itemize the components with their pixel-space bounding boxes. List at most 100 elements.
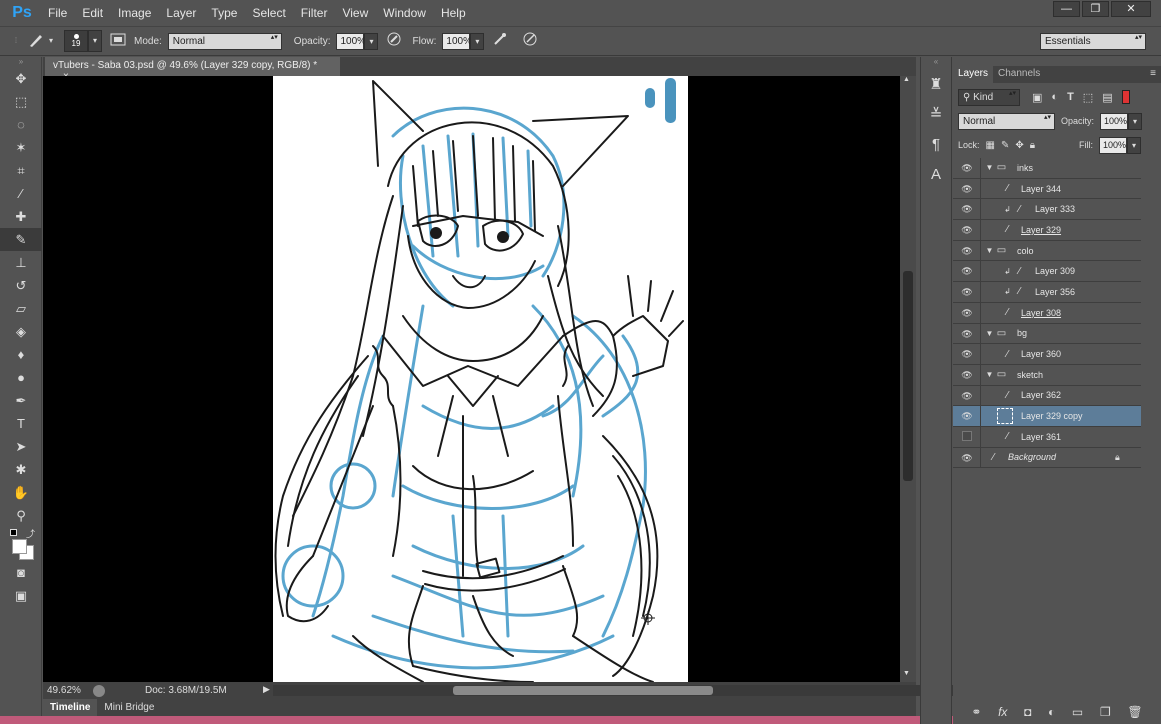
brush-panel-toggle-icon[interactable] <box>108 31 128 51</box>
tools-collapse-icon[interactable]: » <box>0 57 42 67</box>
minimize-button[interactable]: — <box>1053 1 1080 17</box>
healing-brush-tool-icon[interactable]: ✚ <box>0 205 42 228</box>
opacity-input[interactable]: 100% <box>336 32 366 50</box>
visibility-eye-icon[interactable]: 👁︎ <box>961 452 973 464</box>
canvas-area[interactable] <box>43 76 900 682</box>
opacity-arrow[interactable]: ▾ <box>364 32 379 50</box>
visibility-eye-icon[interactable]: 👁︎ <box>961 348 973 360</box>
pressure-opacity-icon[interactable] <box>384 31 404 51</box>
fill-input[interactable]: 100% <box>1099 136 1127 154</box>
paint-bucket-tool-icon[interactable]: ◈ <box>0 320 42 343</box>
layer-item[interactable]: 👁︎ ⁄ Layer 308 <box>953 302 1141 324</box>
layer-opacity-arrow[interactable]: ▾ <box>1128 112 1143 130</box>
pressure-size-icon[interactable] <box>520 31 540 51</box>
character-panel-icon[interactable]: A <box>921 163 951 187</box>
close-button[interactable]: ✕ <box>1111 1 1151 17</box>
visibility-eye-icon[interactable]: 👁︎ <box>961 224 973 236</box>
brush-tool-icon[interactable]: ✎ <box>0 228 42 251</box>
menu-file[interactable]: File <box>48 6 67 20</box>
quick-mask-icon[interactable]: ◙ <box>0 561 42 584</box>
menu-select[interactable]: Select <box>252 6 285 20</box>
hand-tool-icon[interactable]: ✋ <box>0 481 42 504</box>
layer-item[interactable]: 👁︎ ⁄ Layer 329 <box>953 220 1141 241</box>
menu-type[interactable]: Type <box>211 6 237 20</box>
zoom-level[interactable]: 49.62% <box>47 685 91 696</box>
flow-arrow[interactable]: ▾ <box>470 32 485 50</box>
move-tool-icon[interactable]: ✥ <box>0 67 42 90</box>
visibility-eye-icon[interactable]: 👁︎ <box>961 410 973 422</box>
layer-item[interactable]: 👁︎ ⁄ Layer 360 <box>953 344 1141 365</box>
visibility-eye-icon[interactable]: 👁︎ <box>961 369 973 381</box>
filter-smart-object-icon[interactable]: ▤ <box>1102 91 1112 104</box>
scroll-down-icon[interactable]: ▼ <box>903 670 910 677</box>
stamp-tool-icon[interactable]: ⊥ <box>0 251 42 274</box>
marquee-tool-icon[interactable]: ⬚ <box>0 90 42 113</box>
foreground-color-swatch[interactable] <box>12 539 27 554</box>
brush-tool-preset-icon[interactable] <box>26 31 46 51</box>
new-group-icon[interactable]: ▭ <box>1072 705 1083 719</box>
filter-type-icon[interactable]: T <box>1067 91 1074 103</box>
pen-tool-icon[interactable]: ✒ <box>0 389 42 412</box>
menu-window[interactable]: Window <box>383 6 426 20</box>
airbrush-icon[interactable] <box>490 31 510 51</box>
eyedropper-tool-icon[interactable]: ⁄ <box>0 182 42 205</box>
layer-item[interactable]: 👁︎ ↲ ⁄ Layer 356 <box>953 282 1141 303</box>
brush-picker-arrow[interactable]: ▾ <box>88 30 102 52</box>
filter-kind-dropdown[interactable]: ⚲ Kind <box>958 88 1020 106</box>
layer-item[interactable]: 👁︎ ↲ ⁄ Layer 333 <box>953 199 1141 221</box>
layer-group-bg[interactable]: 👁︎ ▼ ▭ bg <box>953 323 1141 345</box>
layer-group-inks[interactable]: 👁︎ ▼ ▭ inks <box>953 158 1141 179</box>
visibility-eye-icon[interactable]: 👁︎ <box>961 203 973 215</box>
menu-edit[interactable]: Edit <box>82 6 103 20</box>
lock-position-icon[interactable]: ✥ <box>1015 140 1023 151</box>
status-arrow-icon[interactable]: ▶ <box>263 684 270 695</box>
layer-item-hidden[interactable]: ⁄ Layer 361 <box>953 426 1141 448</box>
blur-tool-icon[interactable]: ♦ <box>0 343 42 366</box>
artboard[interactable] <box>273 76 688 682</box>
tab-mini-bridge[interactable]: Mini Bridge <box>97 699 161 716</box>
visibility-eye-icon[interactable]: 👁︎ <box>961 390 973 402</box>
layer-style-fx-icon[interactable]: fx <box>998 705 1007 719</box>
menu-filter[interactable]: Filter <box>301 6 328 20</box>
visibility-eye-icon[interactable]: 👁︎ <box>961 328 973 340</box>
layer-item[interactable]: 👁︎ ↲ ⁄ Layer 309 <box>953 261 1141 283</box>
lasso-tool-icon[interactable]: ◌ <box>0 113 42 136</box>
tab-channels[interactable]: Channels <box>993 66 1045 83</box>
flow-input[interactable]: 100% <box>442 32 472 50</box>
visibility-eye-icon[interactable]: 👁︎ <box>961 286 973 298</box>
workspace-dropdown[interactable]: Essentials <box>1040 33 1146 50</box>
new-layer-icon[interactable]: ❐ <box>1100 705 1111 719</box>
screen-mode-icon[interactable]: ▣ <box>0 584 42 607</box>
layer-group-sketch[interactable]: 👁︎ ▼ ▭ sketch <box>953 364 1141 386</box>
eraser-tool-icon[interactable]: ▱ <box>0 297 42 320</box>
panels-collapse-icon[interactable]: « <box>921 57 951 67</box>
menu-image[interactable]: Image <box>118 6 151 20</box>
filter-toggle[interactable] <box>1121 90 1130 104</box>
history-panel-icon[interactable]: ♜ <box>921 73 951 97</box>
type-tool-icon[interactable]: T <box>0 412 42 435</box>
scroll-up-icon[interactable]: ▲ <box>903 76 910 83</box>
swap-colors-icon[interactable]: ⤴ <box>26 527 35 540</box>
paragraph-panel-icon[interactable]: ¶ <box>921 133 951 157</box>
horizontal-scroll-thumb[interactable] <box>453 686 713 695</box>
path-select-tool-icon[interactable]: ➤ <box>0 435 42 458</box>
mode-dropdown[interactable]: Normal <box>167 32 282 50</box>
layer-group-colo[interactable]: 👁︎ ▼ ▭ colo <box>953 240 1141 262</box>
shape-tool-icon[interactable]: ✱ <box>0 458 42 481</box>
horizontal-scrollbar[interactable] <box>273 685 953 696</box>
filter-shape-icon[interactable]: ⬚ <box>1083 91 1093 104</box>
menu-help[interactable]: Help <box>441 6 466 20</box>
layer-opacity-input[interactable]: 100% <box>1100 112 1129 130</box>
crop-tool-icon[interactable]: ⌗ <box>0 159 42 182</box>
filter-pixel-icon[interactable]: ▣ <box>1032 91 1042 104</box>
chevron-down-icon[interactable]: ▾ <box>46 31 56 51</box>
adjustment-layer-icon[interactable]: ◐ <box>1048 705 1055 719</box>
visibility-eye-icon[interactable]: 👁︎ <box>961 245 973 257</box>
visibility-eye-icon[interactable]: 👁︎ <box>961 307 973 319</box>
color-swatches[interactable]: ⤴ <box>0 527 42 561</box>
visibility-eye-icon[interactable]: 👁︎ <box>961 265 973 277</box>
document-tab[interactable]: vTubers - Saba 03.psd @ 49.6% (Layer 329… <box>45 57 340 82</box>
layer-item[interactable]: 👁︎ ⁄ Layer 362 <box>953 385 1141 407</box>
layer-mask-icon[interactable]: ◘ <box>1024 705 1031 719</box>
lock-all-icon[interactable]: 🔒︎ <box>1030 140 1035 151</box>
